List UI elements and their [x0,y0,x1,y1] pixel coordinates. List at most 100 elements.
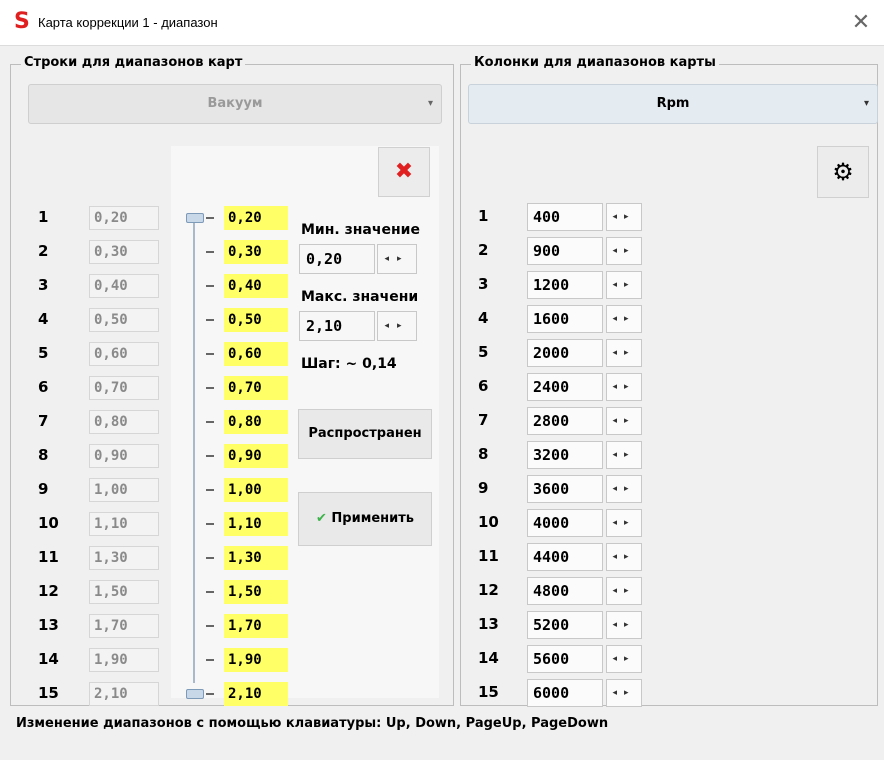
distribute-button[interactable]: Распространен [298,409,432,459]
close-icon[interactable]: ✕ [848,10,874,36]
col-value-field[interactable]: 5200 [527,611,603,639]
row-new-value: 1,10 [224,512,288,536]
cols-source-combo[interactable]: Rpm ▾ [468,84,878,124]
col-value-stepper[interactable]: ◂▸ [606,271,642,299]
apply-button[interactable]: ✔ Применить [298,492,432,546]
row-current-value: 0,50 [89,308,159,332]
max-value-stepper[interactable]: ◂▸ [377,311,417,341]
chevron-down-icon: ▾ [427,98,433,109]
col-number: 7 [478,411,489,429]
settings-button[interactable]: ⚙ [817,146,869,198]
col-value-stepper[interactable]: ◂▸ [606,373,642,401]
slider-tick [206,625,214,627]
col-value-field[interactable]: 4000 [527,509,603,537]
col-value-field[interactable]: 5600 [527,645,603,673]
slider-max-thumb[interactable] [186,689,204,699]
delete-button[interactable]: ✖ [378,147,430,197]
col-value-field[interactable]: 3600 [527,475,603,503]
col-number: 4 [478,309,489,327]
slider-tick [206,387,214,389]
app-logo-icon: S [14,9,30,34]
col-number: 2 [478,241,489,259]
min-value-field[interactable]: 0,20 [299,244,375,274]
min-value-stepper[interactable]: ◂▸ [377,244,417,274]
col-value-field[interactable]: 4800 [527,577,603,605]
col-value-field[interactable]: 2000 [527,339,603,367]
range-slider-track[interactable] [193,213,195,683]
col-value-stepper[interactable]: ◂▸ [606,475,642,503]
apply-button-label: Применить [331,511,415,526]
slider-tick [206,285,214,287]
title-bar: S Карта коррекции 1 - диапазон ✕ [0,0,884,46]
col-number: 1 [478,207,489,225]
row-number: 1 [38,208,49,226]
col-value-stepper[interactable]: ◂▸ [606,203,642,231]
slider-tick [206,319,214,321]
col-number: 10 [478,513,499,531]
rows-source-combo[interactable]: Вакуум ▾ [28,84,442,124]
slider-tick [206,591,214,593]
chevron-down-icon: ▾ [863,98,869,109]
col-number: 8 [478,445,489,463]
row-number: 4 [38,310,49,328]
row-number: 5 [38,344,49,362]
col-value-field[interactable]: 1200 [527,271,603,299]
row-current-value: 1,00 [89,478,159,502]
slider-tick [206,693,214,695]
col-value-stepper[interactable]: ◂▸ [606,543,642,571]
slider-tick [206,455,214,457]
row-new-value: 1,30 [224,546,288,570]
row-current-value: 1,10 [89,512,159,536]
col-value-field[interactable]: 2800 [527,407,603,435]
col-value-field[interactable]: 1600 [527,305,603,333]
col-value-stepper[interactable]: ◂▸ [606,441,642,469]
row-number: 7 [38,412,49,430]
row-new-value: 0,30 [224,240,288,264]
row-number: 13 [38,616,59,634]
col-value-stepper[interactable]: ◂▸ [606,611,642,639]
row-new-value: 0,90 [224,444,288,468]
col-value-stepper[interactable]: ◂▸ [606,645,642,673]
col-number: 3 [478,275,489,293]
slider-tick [206,659,214,661]
col-value-field[interactable]: 6000 [527,679,603,707]
row-number: 8 [38,446,49,464]
slider-tick [206,251,214,253]
col-value-stepper[interactable]: ◂▸ [606,509,642,537]
col-value-field[interactable]: 4400 [527,543,603,571]
col-number: 15 [478,683,499,701]
col-value-field[interactable]: 400 [527,203,603,231]
row-new-value: 0,40 [224,274,288,298]
max-value-field[interactable]: 2,10 [299,311,375,341]
col-value-stepper[interactable]: ◂▸ [606,339,642,367]
step-label: Шаг: ~ 0,14 [301,356,397,372]
row-number: 3 [38,276,49,294]
col-value-stepper[interactable]: ◂▸ [606,577,642,605]
col-value-stepper[interactable]: ◂▸ [606,679,642,707]
cols-group-legend: Колонки для диапазонов карты [471,55,719,70]
row-current-value: 0,90 [89,444,159,468]
col-value-field[interactable]: 900 [527,237,603,265]
cols-group: Колонки для диапазонов карты [460,55,878,706]
min-label: Мин. значение [301,222,420,238]
row-current-value: 1,70 [89,614,159,638]
row-number: 14 [38,650,59,668]
slider-tick [206,557,214,559]
row-current-value: 0,80 [89,410,159,434]
slider-tick [206,353,214,355]
col-number: 14 [478,649,499,667]
row-number: 15 [38,684,59,702]
col-number: 12 [478,581,499,599]
col-value-field[interactable]: 3200 [527,441,603,469]
row-current-value: 1,50 [89,580,159,604]
slider-min-thumb[interactable] [186,213,204,223]
col-value-stepper[interactable]: ◂▸ [606,305,642,333]
col-value-stepper[interactable]: ◂▸ [606,407,642,435]
col-number: 13 [478,615,499,633]
row-new-value: 0,70 [224,376,288,400]
row-number: 9 [38,480,49,498]
col-value-field[interactable]: 2400 [527,373,603,401]
col-value-stepper[interactable]: ◂▸ [606,237,642,265]
cols-source-value: Rpm [656,96,690,111]
slider-tick [206,421,214,423]
